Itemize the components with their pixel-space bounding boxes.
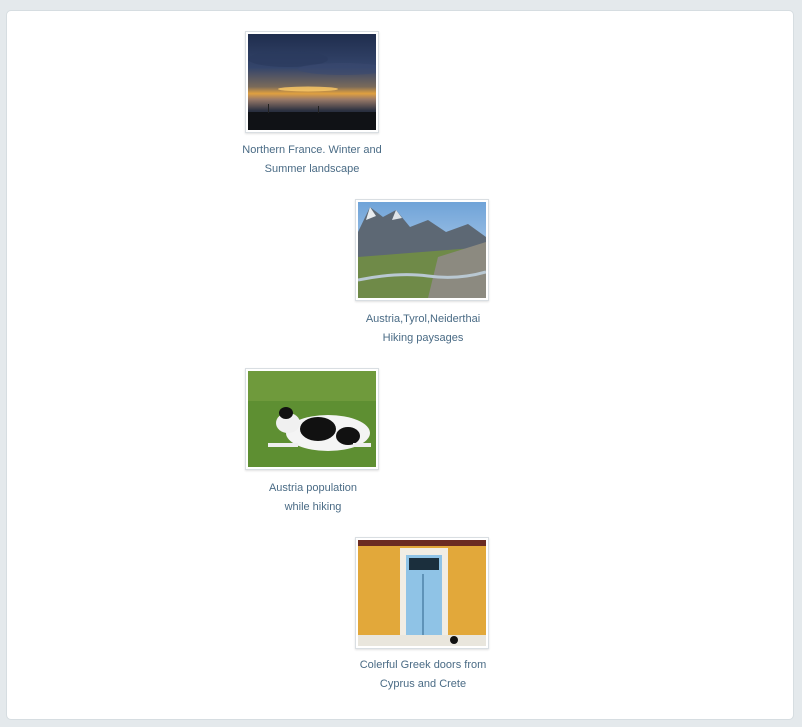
- top-strip: [0, 0, 802, 10]
- caption-line: Summer landscape: [264, 163, 360, 175]
- mountain-valley-image[interactable]: [355, 199, 489, 301]
- caption-line: Cyprus and Crete: [379, 678, 467, 690]
- sunset-landscape-image-graphic: [248, 34, 376, 130]
- blue-door-image-graphic: [358, 540, 486, 646]
- image-caption: Northern France. Winter and Summer lands…: [227, 141, 397, 179]
- caption-line: Austria population: [268, 482, 358, 494]
- cow-on-grass-image[interactable]: [245, 368, 379, 470]
- mountain-valley-image-graphic: [358, 202, 486, 298]
- cow-on-grass-image-graphic: [248, 371, 376, 467]
- sunset-landscape-image[interactable]: [245, 31, 379, 133]
- caption-line: Northern France. Winter and: [242, 144, 382, 156]
- blue-door-image[interactable]: [355, 537, 489, 649]
- image-caption: Colerful Greek doors from Cyprus and Cre…: [338, 656, 508, 694]
- image-caption: Austria,Tyrol,Neiderthai Hiking paysages: [338, 310, 508, 348]
- gallery-panel: Northern France. Winter and Summer lands…: [6, 10, 794, 720]
- caption-line: Colerful Greek doors from: [359, 659, 487, 671]
- image-caption: Austria population while hiking: [228, 479, 398, 517]
- caption-line: while hiking: [284, 501, 342, 513]
- caption-line: Austria,Tyrol,Neiderthai: [365, 313, 481, 325]
- caption-line: Hiking paysages: [382, 332, 464, 344]
